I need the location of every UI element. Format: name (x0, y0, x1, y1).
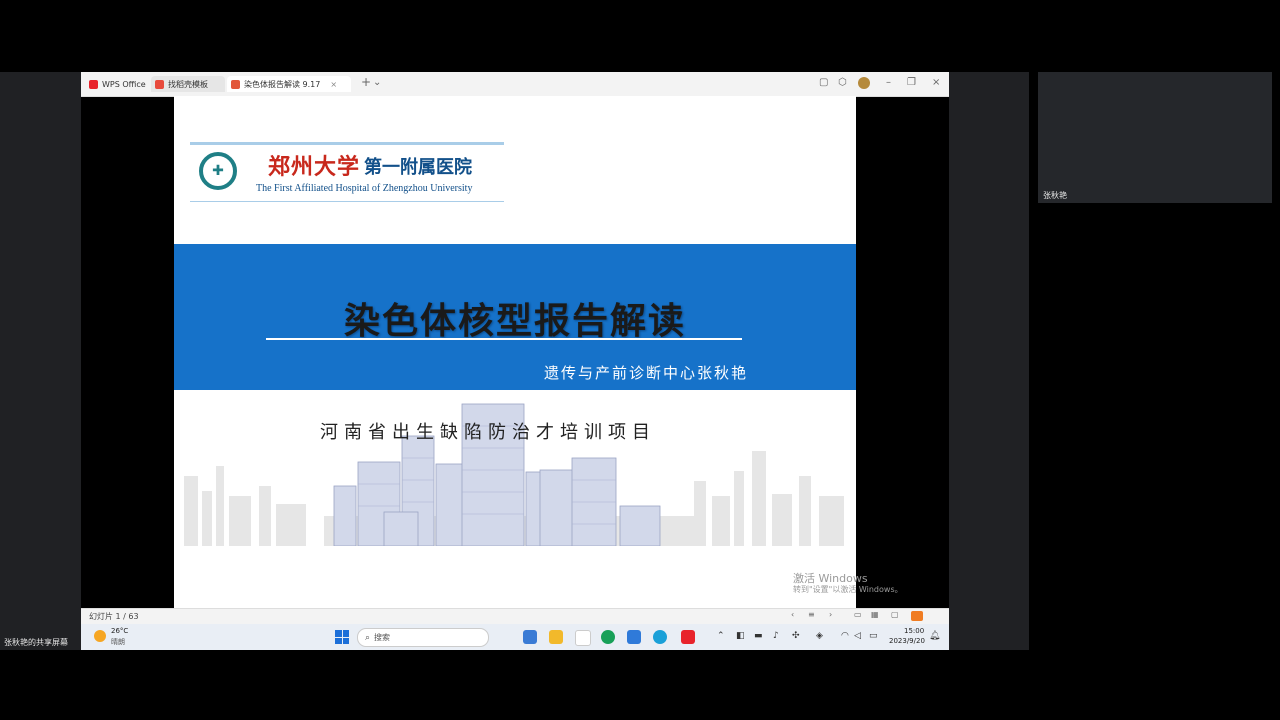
tray-chevron-up-icon[interactable]: ⌃ (717, 631, 725, 641)
close-icon[interactable]: × (932, 77, 940, 88)
logo-english-name: The First Affiliated Hospital of Zhengzh… (256, 183, 473, 194)
tab-label: 找稻壳模板 (168, 79, 208, 89)
avatar[interactable] (858, 77, 870, 89)
tab-presentation[interactable]: 染色体报告解读 9.17 × (227, 76, 351, 92)
slide: ✚ 郑州大学 第一附属医院 The First Affiliated Hospi… (174, 96, 856, 608)
document-app-icon[interactable] (575, 630, 591, 646)
wps-tab-bar: WPS Office 找稻壳模板 染色体报告解读 9.17 × + ⌄ ▢ ⬡ … (81, 72, 949, 97)
grid-view-icon[interactable]: ▦ (871, 610, 879, 619)
participant-name: 张秋艳 (1043, 191, 1067, 200)
wps-logo-icon (89, 79, 98, 89)
logo-university-cn: 郑州大学 (268, 154, 361, 180)
file-explorer-icon[interactable] (549, 630, 563, 644)
tab-wps-office[interactable]: WPS Office (89, 76, 146, 92)
chevron-down-icon[interactable]: ⌄ (373, 77, 381, 88)
hospital-seal-icon: ✚ (199, 152, 237, 190)
weather-temperature: 26°C (111, 627, 129, 635)
windows-taskbar: 26°C 晴朗 ⌕ 搜索 ⌃ ◧ ▬ ♪ ✣ ◈ ◠ ◁ ▭ 15:00 202… (81, 624, 949, 650)
close-tab-icon[interactable]: × (330, 80, 337, 89)
tab-label: 染色体报告解读 9.17 (244, 79, 321, 89)
slide-counter: 幻灯片 1 / 63 (89, 612, 139, 621)
participant-video-tile[interactable] (1038, 72, 1272, 203)
logo-hospital-cn: 第一附属医院 (364, 157, 472, 178)
meeting-right-panel (949, 72, 1029, 650)
photos-app-icon[interactable] (627, 630, 641, 644)
next-slide-icon[interactable]: › (829, 610, 832, 619)
slideshow-play-icon[interactable] (911, 611, 923, 621)
slide-title: 染色体核型报告解读 (343, 301, 686, 342)
cube-icon[interactable]: ⬡ (838, 77, 847, 88)
notification-bell-icon[interactable]: 🔔︎ (929, 631, 940, 641)
reading-view-icon[interactable]: ▢ (891, 610, 899, 619)
windows-start-icon[interactable] (335, 630, 349, 644)
tab-template[interactable]: 找稻壳模板 (151, 76, 225, 92)
activation-watermark-hint: 转到"设置"以激活 Windows。 (793, 585, 903, 594)
tray-app-icon[interactable]: ◈ (816, 631, 823, 641)
new-tab-icon[interactable]: + (361, 75, 371, 89)
prev-slide-icon[interactable]: ‹ (791, 610, 794, 619)
wechat-app-icon[interactable] (601, 630, 615, 644)
ppt-icon (231, 79, 240, 89)
shared-screen: WPS Office 找稻壳模板 染色体报告解读 9.17 × + ⌄ ▢ ⬡ … (81, 72, 949, 650)
training-project-label: 河南省出生缺陷防治才培训项目 (320, 422, 656, 443)
battery-icon[interactable]: ▭ (869, 631, 878, 641)
clock-date[interactable]: 2023/9/20 (889, 637, 925, 645)
wps-status-bar: 幻灯片 1 / 63 ‹ ≡ › ▭ ▦ ▢ (81, 608, 949, 625)
volume-icon[interactable]: ◁ (854, 631, 861, 641)
title-underline (266, 338, 742, 340)
docer-icon (155, 79, 164, 89)
hospital-logo: ✚ 郑州大学 第一附属医院 The First Affiliated Hospi… (190, 142, 504, 202)
normal-view-icon[interactable]: ▭ (854, 610, 862, 619)
taskbar-search-input[interactable]: ⌕ 搜索 (357, 628, 489, 647)
tab-label: WPS Office (102, 79, 146, 89)
wifi-icon[interactable]: ◠ (841, 631, 849, 641)
weather-sun-icon[interactable] (94, 630, 106, 642)
layout-icon[interactable]: ▢ (819, 77, 828, 88)
search-placeholder: 搜索 (374, 633, 391, 642)
notes-icon[interactable]: ≡ (808, 610, 815, 619)
restore-icon[interactable]: ❐ (907, 77, 916, 88)
tray-app-icon[interactable]: ◧ (736, 631, 745, 641)
weather-description: 晴朗 (111, 638, 125, 646)
wps-app-icon[interactable] (681, 630, 695, 644)
clock-time[interactable]: 15:00 (904, 627, 924, 635)
input-method-icon[interactable]: ✣ (792, 631, 800, 641)
search-icon: ⌕ (365, 632, 371, 643)
slide-author: 遗传与产前诊断中心张秋艳 (544, 364, 749, 382)
microphone-icon[interactable]: ♪ (773, 631, 779, 641)
edge-browser-icon[interactable] (653, 630, 667, 644)
screen-share-label: 张秋艳的共享屏幕 (4, 638, 68, 647)
tray-app-icon[interactable]: ▬ (754, 631, 763, 641)
title-band: 染色体核型报告解读 遗传与产前诊断中心张秋艳 (174, 244, 856, 390)
minimize-icon[interactable]: – (886, 77, 891, 88)
mail-app-icon[interactable] (523, 630, 537, 644)
meeting-left-panel (0, 72, 81, 650)
